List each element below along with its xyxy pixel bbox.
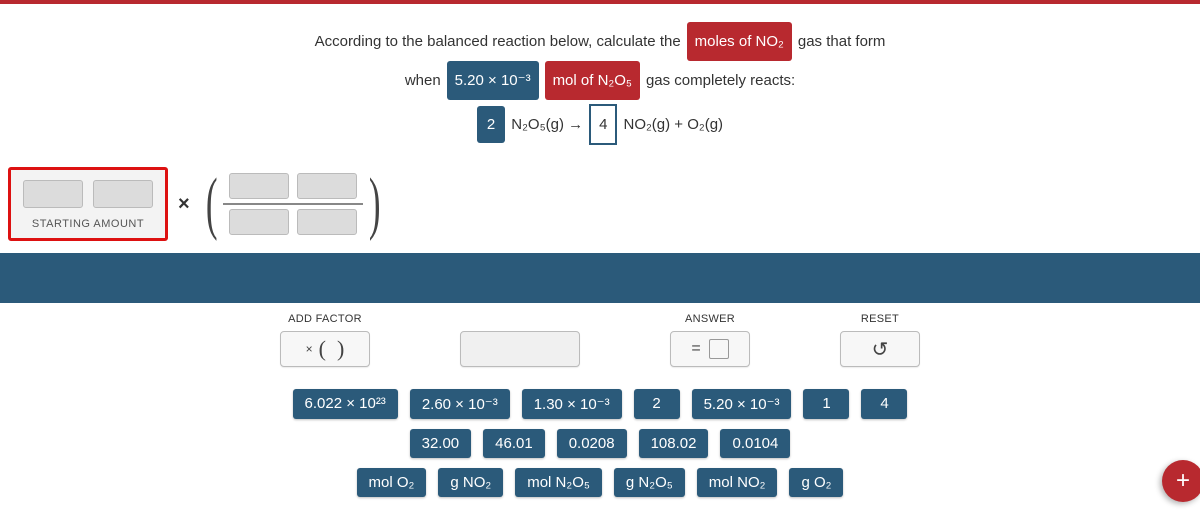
fraction [223, 173, 363, 235]
starting-slots [23, 180, 153, 208]
starting-label: STARTING AMOUNT [23, 218, 153, 230]
q-text: gas completely reacts: [646, 64, 795, 97]
ghost-col [460, 313, 580, 367]
q-text: According to the balanced reaction below… [315, 25, 681, 58]
question-line-2: when 5.20 × 10⁻³ mol of N₂O₅ gas complet… [0, 61, 1200, 100]
right-paren: ) [369, 176, 381, 232]
starting-value-slot[interactable] [23, 180, 83, 208]
chip-amount: 5.20 × 10⁻³ [447, 61, 539, 100]
tile[interactable]: g NO₂ [438, 468, 503, 497]
tile[interactable]: mol N₂O₅ [515, 468, 602, 497]
conversion-factor: ( ) [200, 173, 387, 235]
starting-unit-slot[interactable] [93, 180, 153, 208]
equals-sign: = [691, 340, 700, 358]
left-paren: ( [206, 176, 218, 232]
starting-amount-box[interactable]: STARTING AMOUNT [8, 167, 168, 241]
multiply-symbol: × [178, 193, 190, 216]
numerator-row [229, 173, 357, 199]
reset-label: RESET [861, 313, 899, 325]
top-accent-bar [0, 0, 1200, 4]
equation-line: 2 N₂O₅(g) → 4 NO₂(g) + O₂(g) [0, 104, 1200, 145]
denominator-unit-slot[interactable] [297, 209, 357, 235]
answer-tiles: 6.022 × 10²³ 2.60 × 10⁻³ 1.30 × 10⁻³ 2 5… [0, 389, 1200, 497]
numerator-value-slot[interactable] [229, 173, 289, 199]
tile[interactable]: 6.022 × 10²³ [293, 389, 398, 419]
blue-band [0, 253, 1200, 303]
ghost-slot[interactable] [460, 331, 580, 367]
tile[interactable]: 2.60 × 10⁻³ [410, 389, 510, 419]
tile[interactable]: 108.02 [639, 429, 709, 458]
tile-row-1: 6.022 × 10²³ 2.60 × 10⁻³ 1.30 × 10⁻³ 2 5… [293, 389, 908, 419]
add-button[interactable]: + [1162, 460, 1200, 502]
tile[interactable]: 4 [861, 389, 907, 419]
chip-moles-no2: moles of NO₂ [687, 22, 792, 61]
q-text: gas that form [798, 25, 886, 58]
tile-row-3: mol O₂ g NO₂ mol N₂O₅ g N₂O₅ mol NO₂ g O… [357, 468, 844, 497]
answer-label: ANSWER [685, 313, 735, 325]
tile[interactable]: g N₂O₅ [614, 468, 685, 497]
tile[interactable]: 1.30 × 10⁻³ [522, 389, 622, 419]
tile[interactable]: 32.00 [410, 429, 472, 458]
tile[interactable]: 0.0208 [557, 429, 627, 458]
reactant-text: N₂O₅(g) → [511, 108, 583, 141]
tile[interactable]: mol NO₂ [697, 468, 778, 497]
fraction-bar [223, 203, 363, 205]
answer-col: ANSWER = [670, 313, 750, 367]
tile[interactable]: mol O₂ [357, 468, 427, 497]
tile[interactable]: 46.01 [483, 429, 545, 458]
product-text: NO₂(g) + O₂(g) [623, 108, 723, 141]
add-factor-button[interactable]: × ( ) [280, 331, 370, 367]
tile[interactable]: 5.20 × 10⁻³ [692, 389, 792, 419]
question-line-1: According to the balanced reaction below… [0, 22, 1200, 61]
ghost-label [518, 313, 521, 325]
coefficient-product: 4 [589, 104, 617, 145]
tile[interactable]: 2 [634, 389, 680, 419]
tile[interactable]: 1 [803, 389, 849, 419]
add-factor-col: ADD FACTOR × ( ) [280, 313, 370, 367]
chip-species: mol of N₂O₅ [545, 61, 640, 100]
answer-placeholder [709, 339, 729, 359]
times-icon: × [306, 342, 313, 356]
add-factor-label: ADD FACTOR [288, 313, 362, 325]
reset-icon: ↺ [872, 337, 889, 362]
plus-icon: + [1176, 467, 1190, 495]
work-row: STARTING AMOUNT × ( ) [8, 167, 1200, 241]
controls-row: ADD FACTOR × ( ) ANSWER = RESET ↺ [0, 313, 1200, 367]
denominator-value-slot[interactable] [229, 209, 289, 235]
numerator-unit-slot[interactable] [297, 173, 357, 199]
answer-button[interactable]: = [670, 331, 750, 367]
coefficient-reactant: 2 [477, 106, 505, 143]
reset-button[interactable]: ↺ [840, 331, 920, 367]
tile[interactable]: g O₂ [789, 468, 843, 497]
reset-col: RESET ↺ [840, 313, 920, 367]
q-text: when [405, 64, 441, 97]
denominator-row [229, 209, 357, 235]
question-block: According to the balanced reaction below… [0, 22, 1200, 145]
tile[interactable]: 0.0104 [720, 429, 790, 458]
tile-row-2: 32.00 46.01 0.0208 108.02 0.0104 [410, 429, 791, 458]
paren-icon: ( ) [319, 336, 345, 362]
